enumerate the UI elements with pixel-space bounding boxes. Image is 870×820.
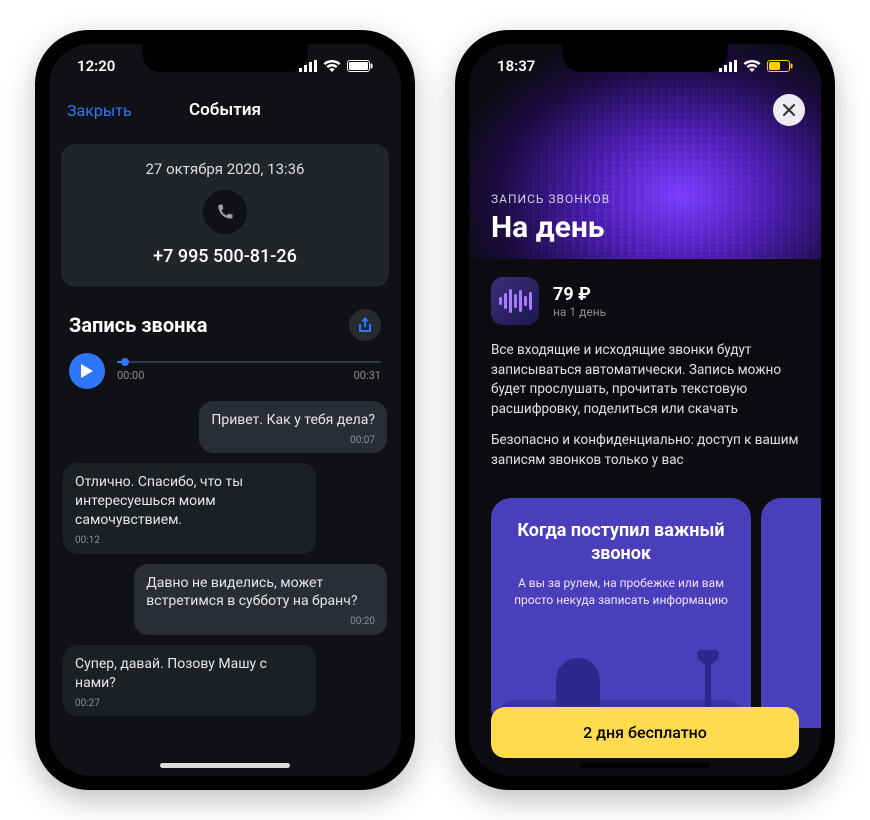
share-icon [358,317,372,333]
message-timestamp: 00:20 [146,615,375,629]
card-title: Когда поступил важный звонок [511,520,731,565]
phone-frame-right: 18:37 ЗАПИСЬ ЗВОНКОВ На день [455,30,835,790]
desc-paragraph: Безопасно и конфиденциально: доступ к ва… [491,431,799,470]
wifi-icon [743,60,761,72]
waveform-icon [491,277,539,325]
message-bubble: Привет. Как у тебя дела? 00:07 [199,401,387,453]
battery-icon [767,60,793,72]
status-indicators [299,60,373,72]
message-text: Отлично. Спасибо, что ты интересуешься м… [75,474,243,528]
nav-title: События [189,100,261,120]
signal-icon [299,60,317,72]
status-time: 12:20 [77,57,115,75]
transcript: Привет. Как у тебя дела? 00:07 Отлично. … [49,397,401,736]
cta-button[interactable]: 2 дня бесплатно [491,707,799,758]
screen-paywall: 18:37 ЗАПИСЬ ЗВОНКОВ На день [469,44,821,776]
feature-card: Нуж дет Адрес встречи [761,498,821,728]
status-time: 18:37 [497,57,535,75]
screen-call-record: 12:20 Закрыть События 27 октября 2020, 1… [49,44,401,776]
card-subtitle: А вы за рулем, на пробежке или вам прост… [511,575,731,607]
wifi-icon [323,60,341,72]
message-timestamp: 00:27 [75,697,304,711]
message-text: Давно не виделись, может встретимся в су… [146,575,357,610]
product-row: 79 ₽ на 1 день [469,259,821,331]
card-subtitle: Адрес встречи [781,553,821,569]
audio-player: 00:00 00:31 [49,353,401,397]
desc-paragraph: Все входящие и исходящие звонки будут за… [491,341,799,419]
phone-frame-left: 12:20 Закрыть События 27 октября 2020, 1… [35,30,415,790]
close-button[interactable] [773,94,805,126]
section-title: Запись звонка [69,313,207,337]
call-info-card: 27 октября 2020, 13:36 +7 995 500-81-26 [61,144,389,287]
status-bar: 12:20 [49,44,401,88]
time-total: 00:31 [354,369,381,382]
battery-icon [347,60,373,72]
message-text: Супер, давай. Позову Машу с нами? [75,656,267,691]
close-icon [783,104,795,116]
signal-icon [719,60,737,72]
phone-icon [203,190,247,234]
nav-bar: Закрыть События [49,88,401,132]
feature-card: Когда поступил важный звонок А вы за рул… [491,498,751,728]
close-button[interactable]: Закрыть [67,101,132,120]
status-bar: 18:37 [469,44,821,88]
message-bubble: Отлично. Спасибо, что ты интересуешься м… [63,463,316,553]
share-button[interactable] [349,309,381,341]
product-price: 79 ₽ [553,284,606,305]
message-timestamp: 00:07 [211,434,375,448]
caller-number: +7 995 500-81-26 [73,246,377,267]
hero-title: На день [491,210,610,245]
play-button[interactable] [69,353,105,389]
home-indicator [580,763,710,768]
description: Все входящие и исходящие звонки будут за… [469,331,821,470]
message-bubble: Давно не виделись, может встретимся в су… [134,564,387,635]
status-indicators [719,60,793,72]
feature-cards[interactable]: Когда поступил важный звонок А вы за рул… [469,482,821,728]
product-period: на 1 день [553,305,606,319]
message-text: Привет. Как у тебя дела? [211,412,375,428]
time-elapsed: 00:00 [117,369,144,382]
home-indicator [160,763,290,768]
hero-eyebrow: ЗАПИСЬ ЗВОНКОВ [491,192,610,206]
section-header: Запись звонка [49,287,401,353]
message-timestamp: 00:12 [75,534,304,548]
play-icon [80,364,94,378]
card-title: Нуж дет [781,520,821,543]
message-bubble: Супер, давай. Позову Машу с нами? 00:27 [63,645,316,716]
call-datetime: 27 октября 2020, 13:36 [73,160,377,178]
seek-bar[interactable]: 00:00 00:31 [117,361,381,382]
